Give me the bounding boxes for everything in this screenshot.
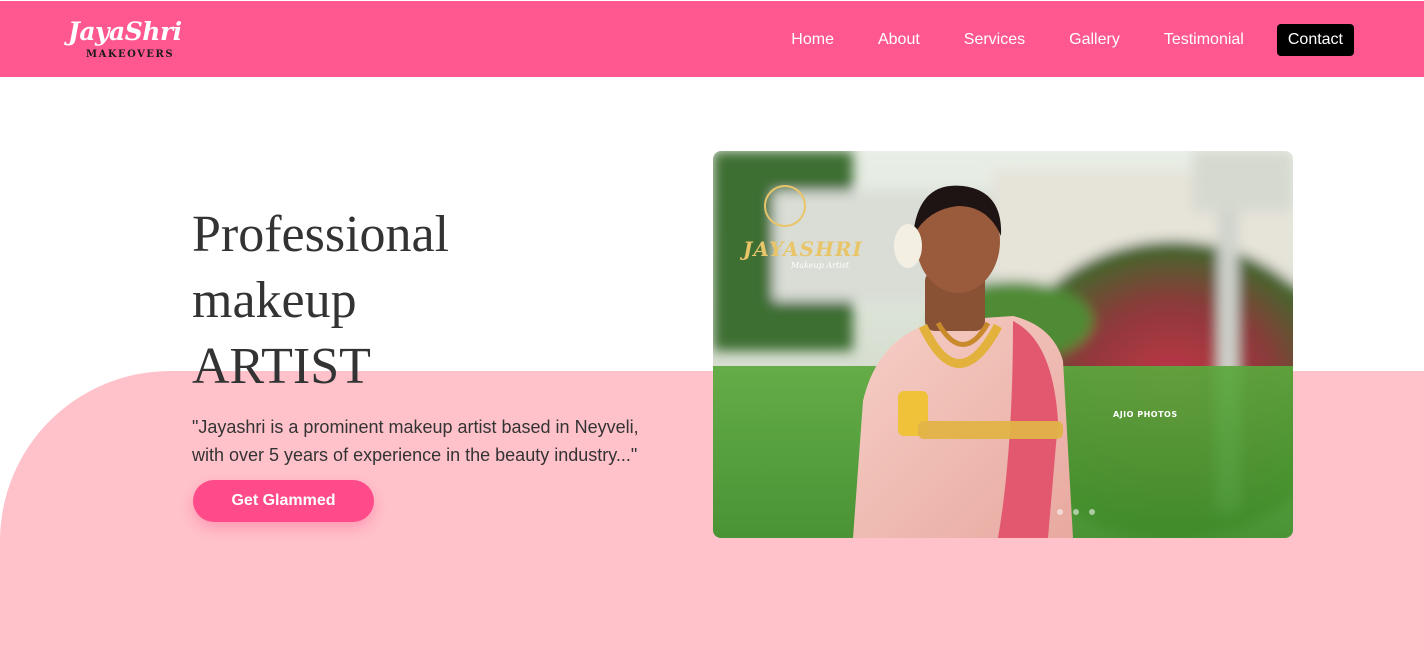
carousel-dot[interactable] — [1057, 509, 1063, 515]
hero-quote: "Jayashri is a prominent makeup artist b… — [192, 417, 639, 465]
nav-about[interactable]: About — [878, 31, 920, 49]
nav-testimonial[interactable]: Testimonial — [1164, 31, 1244, 49]
hero-title-line: ARTIST — [192, 338, 371, 395]
bride-photo — [713, 151, 1293, 538]
logo-subtitle: MAKEOVERS — [86, 49, 175, 60]
get-glammed-button[interactable]: Get Glammed — [193, 480, 374, 522]
hero-title-line: makeup — [192, 272, 357, 329]
watermark-photographer: AJIO PHOTOS — [1113, 410, 1178, 419]
hero-carousel[interactable]: JAYASHRI Makeup Artist AJIO PHOTOS — [713, 151, 1293, 538]
navbar: JayaShri MAKEOVERS Home About Services G… — [0, 1, 1424, 77]
nav-gallery[interactable]: Gallery — [1069, 31, 1120, 49]
carousel-dots — [1057, 509, 1105, 515]
watermark-brand-sub: Makeup Artist — [791, 261, 850, 270]
nav-services[interactable]: Services — [964, 31, 1025, 49]
main-nav: Home About Services Gallery Testimonial … — [747, 23, 1354, 56]
carousel-dot[interactable] — [1073, 509, 1079, 515]
nav-contact-button[interactable]: Contact — [1276, 23, 1354, 56]
nav-home[interactable]: Home — [791, 31, 834, 49]
logo-script: JayaShri — [68, 17, 182, 46]
hero-title-line: Professional — [192, 206, 450, 263]
carousel-dot[interactable] — [1089, 509, 1095, 515]
watermark-brand: JAYASHRI — [743, 237, 863, 261]
brand-logo[interactable]: JayaShri MAKEOVERS — [68, 17, 188, 63]
hero-title: Professional makeup ARTIST — [192, 202, 652, 400]
